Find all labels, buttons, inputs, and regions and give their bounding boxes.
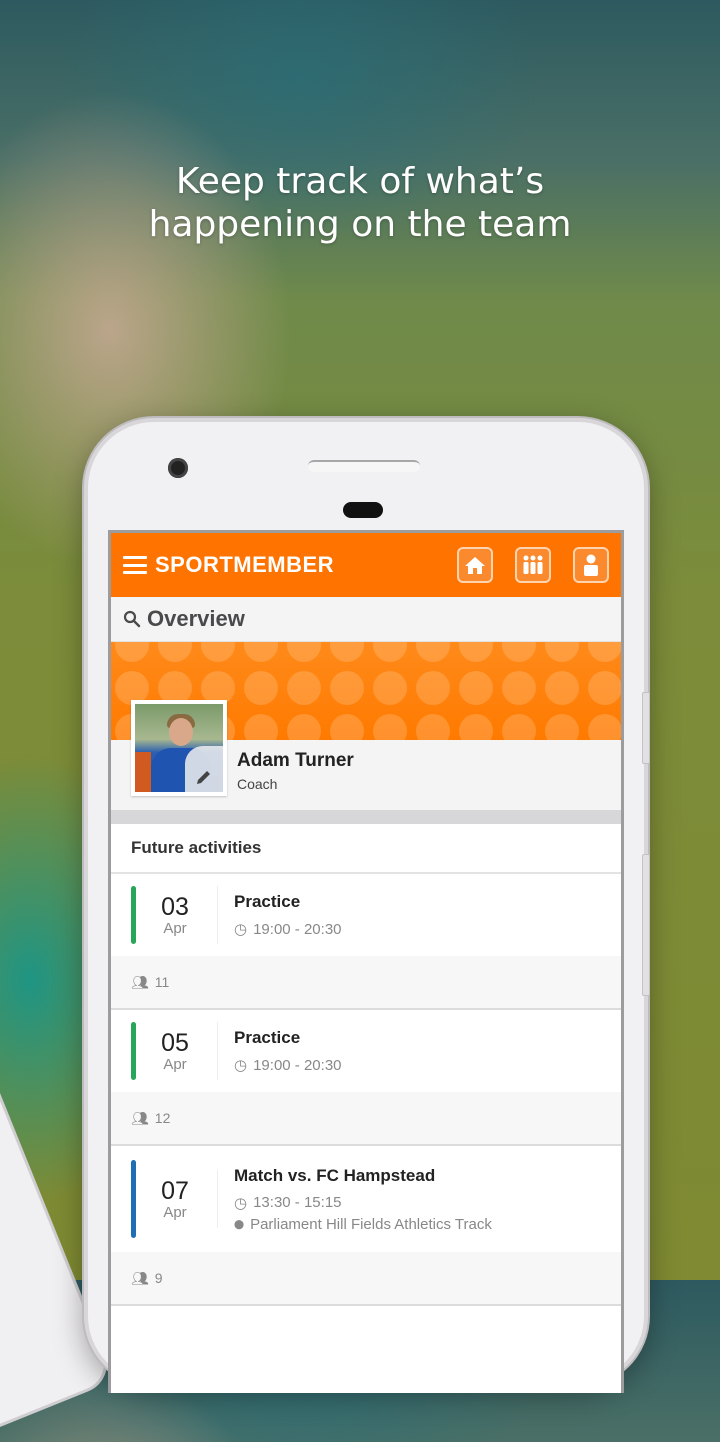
sport-pattern-icon — [459, 671, 493, 705]
clock-icon: ◷ — [234, 1194, 248, 1212]
location-pin-icon: ⬤︎ — [234, 1218, 245, 1229]
activity-month: Apr — [163, 1055, 187, 1073]
activity-list: 03 Apr Practice ◷ 19:00 - 20:30 👥︎ 11 05 A… — [111, 874, 621, 1306]
sport-pattern-icon — [115, 642, 149, 662]
activity-item[interactable]: 03 Apr Practice ◷ 19:00 - 20:30 👥︎ 11 — [111, 874, 621, 1010]
sport-pattern-icon — [588, 714, 621, 740]
attendee-count: 9 — [154, 1270, 163, 1286]
sport-pattern-icon — [545, 714, 579, 740]
sport-pattern-icon — [287, 671, 321, 705]
activity-date: 05 Apr — [133, 1022, 218, 1080]
activity-month: Apr — [163, 919, 187, 937]
sport-pattern-icon — [330, 714, 364, 740]
app-logo: SPORTMEMBER — [155, 552, 335, 577]
app-bar: SPORTMEMBER — [111, 533, 621, 597]
activity-day: 03 — [161, 892, 189, 921]
search-icon[interactable] — [123, 610, 141, 628]
activity-day: 07 — [161, 1176, 189, 1205]
clock-icon: ◷ — [234, 921, 248, 938]
sport-pattern-icon — [588, 671, 621, 705]
profile-card: Adam Turner Coach — [111, 700, 621, 824]
sport-pattern-icon — [244, 671, 278, 705]
activity-title: Practice — [234, 892, 301, 911]
activity-type-bar — [131, 1022, 136, 1080]
sport-pattern-icon — [330, 642, 364, 662]
profile-role: Coach — [237, 776, 278, 792]
activity-date: 03 Apr — [133, 886, 218, 944]
activity-item[interactable]: 05 Apr Practice ◷ 19:00 - 20:30 👥︎ 12 — [111, 1010, 621, 1146]
sport-pattern-icon — [158, 642, 192, 662]
sport-pattern-icon — [416, 671, 450, 705]
avatar-photo — [135, 704, 223, 792]
activity-type-bar — [131, 886, 136, 944]
attendee-count: 12 — [154, 1110, 171, 1126]
sport-pattern-icon — [416, 714, 450, 740]
tagline-line-1: Keep track of what’s — [175, 161, 545, 202]
tagline: Keep track of what’s happening on the te… — [0, 160, 720, 246]
page-title: Overview — [147, 606, 245, 631]
earpiece-speaker — [308, 460, 420, 472]
profile-button[interactable] — [573, 547, 609, 583]
sport-pattern-icon — [287, 642, 321, 662]
activity-time: 19:00 - 20:30 — [253, 1056, 342, 1074]
sport-pattern-icon — [287, 714, 321, 740]
app-screen: SPORTMEMBER Overview Adam Turner Coach F… — [108, 530, 624, 1393]
sport-pattern-icon — [244, 642, 278, 662]
phone-frame: SPORTMEMBER Overview Adam Turner Coach F… — [84, 418, 650, 1393]
sport-pattern-icon — [459, 642, 493, 662]
page-header: Overview — [111, 597, 621, 642]
proximity-sensor — [343, 502, 383, 518]
edit-avatar-button[interactable] — [185, 746, 223, 792]
app-bar-actions — [457, 547, 609, 583]
team-icon — [523, 555, 543, 574]
sport-pattern-icon — [330, 671, 364, 705]
section-title: Future activities — [111, 824, 621, 874]
activity-day: 05 — [161, 1028, 189, 1057]
sport-pattern-icon — [502, 642, 536, 662]
menu-icon[interactable] — [123, 556, 147, 574]
pencil-icon — [197, 771, 210, 784]
activity-title: Match vs. FC Hampstead — [234, 1165, 436, 1185]
profile-icon — [584, 554, 598, 576]
activity-time: 19:00 - 20:30 — [253, 920, 342, 938]
attendees-icon: 👥︎ — [131, 973, 149, 990]
team-button[interactable] — [515, 547, 551, 583]
sport-pattern-icon — [416, 642, 450, 662]
front-camera — [168, 458, 188, 478]
activity-date: 07 Apr — [133, 1170, 218, 1228]
phone-volume-button — [642, 854, 650, 996]
sport-pattern-icon — [502, 671, 536, 705]
sport-pattern-icon — [201, 642, 235, 662]
sport-pattern-icon — [459, 714, 493, 740]
sport-pattern-icon — [545, 671, 579, 705]
attendee-count: 11 — [154, 974, 170, 990]
sport-pattern-icon — [502, 714, 536, 740]
tagline-line-2: happening on the team — [148, 204, 572, 245]
sport-pattern-icon — [373, 671, 407, 705]
activity-month: Apr — [163, 1203, 187, 1221]
home-icon — [465, 557, 485, 574]
activity-time: 13:30 - 15:15 — [253, 1194, 342, 1211]
sport-pattern-icon — [244, 714, 278, 740]
clock-icon: ◷ — [234, 1057, 248, 1074]
profile-name: Adam Turner — [237, 750, 354, 771]
home-button[interactable] — [457, 547, 493, 583]
attendees-icon: 👥︎ — [131, 1109, 149, 1126]
sport-pattern-icon — [588, 642, 621, 662]
activity-location: Parliament Hill Fields Athletics Track — [250, 1215, 492, 1233]
sport-pattern-icon — [373, 642, 407, 662]
phone-power-button — [642, 692, 650, 764]
activity-item[interactable]: 07 Apr Match vs. FC Hampstead ◷ 13:30 - 1… — [111, 1146, 621, 1306]
avatar[interactable] — [131, 700, 227, 796]
activity-title: Practice — [234, 1028, 301, 1047]
sport-pattern-icon — [545, 642, 579, 662]
sport-pattern-icon — [373, 714, 407, 740]
attendees-icon: 👥︎ — [131, 1269, 149, 1286]
activity-type-bar — [131, 1160, 136, 1238]
